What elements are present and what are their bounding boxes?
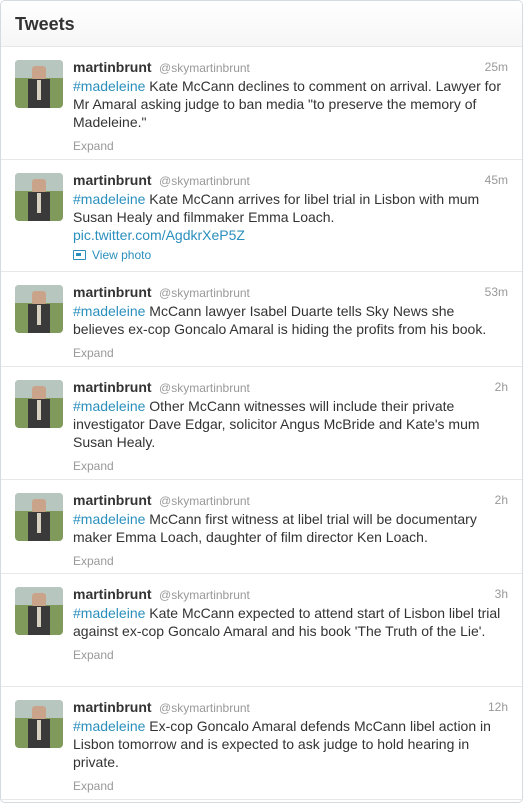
tweet-item[interactable]: martinbrunt @skymartinbrunt 45m #madelei… — [1, 160, 522, 272]
hashtag-link[interactable]: #madeleine — [73, 78, 145, 94]
avatar-icon — [15, 700, 63, 748]
author-name[interactable]: martinbrunt — [73, 586, 152, 602]
author-name[interactable]: martinbrunt — [73, 172, 152, 188]
hashtag-link[interactable]: #madeleine — [73, 718, 145, 734]
tweet-item[interactable]: martinbrunt @skymartinbrunt 2h #madelein… — [1, 367, 522, 480]
expand-link[interactable]: Expand — [73, 345, 508, 361]
tweet-time[interactable]: 45m — [485, 171, 508, 189]
author-handle[interactable]: @skymartinbrunt — [159, 701, 250, 715]
avatar[interactable] — [15, 493, 63, 541]
avatar[interactable] — [15, 700, 63, 748]
avatar-icon — [15, 60, 63, 108]
hashtag-link[interactable]: #madeleine — [73, 191, 145, 207]
avatar[interactable] — [15, 60, 63, 108]
tweet-item[interactable]: martinbrunt @skymartinbrunt 12h #madelei… — [1, 687, 522, 800]
expand-link[interactable]: Expand — [73, 647, 508, 663]
author-name[interactable]: martinbrunt — [73, 379, 152, 395]
tweet-text: #madeleine Other McCann witnesses will i… — [73, 397, 508, 451]
view-photo-button[interactable]: View photo — [73, 247, 508, 263]
avatar-icon — [15, 173, 63, 221]
expand-link[interactable]: Expand — [73, 138, 508, 154]
author-name[interactable]: martinbrunt — [73, 59, 152, 75]
avatar[interactable] — [15, 587, 63, 635]
hashtag-link[interactable]: #madeleine — [73, 398, 145, 414]
hashtag-link[interactable]: #madeleine — [73, 303, 145, 319]
photo-icon — [73, 250, 86, 260]
expand-link[interactable]: Expand — [73, 553, 508, 569]
view-photo-label: View photo — [92, 248, 152, 262]
tweet-item[interactable]: martinbrunt @skymartinbrunt 25m #madelei… — [1, 47, 522, 160]
hashtag-link[interactable]: #madeleine — [73, 511, 145, 527]
tweets-panel: Tweets martinbrunt @skymartinbrunt 25m #… — [0, 0, 523, 803]
expand-link[interactable]: Expand — [73, 458, 508, 474]
tweet-text: #madeleine McCann first witness at libel… — [73, 510, 508, 546]
tweet-time[interactable]: 2h — [495, 378, 508, 396]
author-name[interactable]: martinbrunt — [73, 699, 152, 715]
avatar[interactable] — [15, 285, 63, 333]
tweet-item[interactable]: martinbrunt @skymartinbrunt 3h #madelein… — [1, 574, 522, 687]
avatar-icon — [15, 493, 63, 541]
author-handle[interactable]: @skymartinbrunt — [159, 381, 250, 395]
author-name[interactable]: martinbrunt — [73, 284, 152, 300]
photo-link[interactable]: pic.twitter.com/AgdkrXeP5Z — [73, 226, 508, 244]
tweet-text: #madeleine Kate McCann declines to comme… — [73, 77, 508, 131]
avatar-icon — [15, 587, 63, 635]
tweet-text: #madeleine Kate McCann expected to atten… — [73, 604, 508, 640]
author-handle[interactable]: @skymartinbrunt — [159, 174, 250, 188]
expand-link[interactable]: Expand — [73, 778, 508, 794]
author-name[interactable]: martinbrunt — [73, 492, 152, 508]
author-handle[interactable]: @skymartinbrunt — [159, 286, 250, 300]
hashtag-link[interactable]: #madeleine — [73, 605, 145, 621]
tweet-item[interactable]: martinbrunt @skymartinbrunt 53m #madelei… — [1, 272, 522, 367]
author-handle[interactable]: @skymartinbrunt — [159, 494, 250, 508]
panel-header: Tweets — [1, 1, 522, 47]
tweet-time[interactable]: 3h — [495, 585, 508, 603]
tweet-time[interactable]: 2h — [495, 491, 508, 509]
tweet-text: #madeleine Ex-cop Goncalo Amaral defends… — [73, 717, 508, 771]
avatar[interactable] — [15, 173, 63, 221]
tweet-time[interactable]: 12h — [488, 698, 508, 716]
avatar-icon — [15, 285, 63, 333]
tweet-text: #madeleine McCann lawyer Isabel Duarte t… — [73, 302, 508, 338]
panel-title: Tweets — [15, 14, 75, 34]
avatar[interactable] — [15, 380, 63, 428]
tweet-item[interactable]: martinbrunt @skymartinbrunt 2h #madelein… — [1, 480, 522, 574]
tweet-text: #madeleine Kate McCann arrives for libel… — [73, 190, 508, 226]
tweet-time[interactable]: 25m — [485, 58, 508, 76]
author-handle[interactable]: @skymartinbrunt — [159, 61, 250, 75]
author-handle[interactable]: @skymartinbrunt — [159, 588, 250, 602]
avatar-icon — [15, 380, 63, 428]
tweet-time[interactable]: 53m — [485, 283, 508, 301]
